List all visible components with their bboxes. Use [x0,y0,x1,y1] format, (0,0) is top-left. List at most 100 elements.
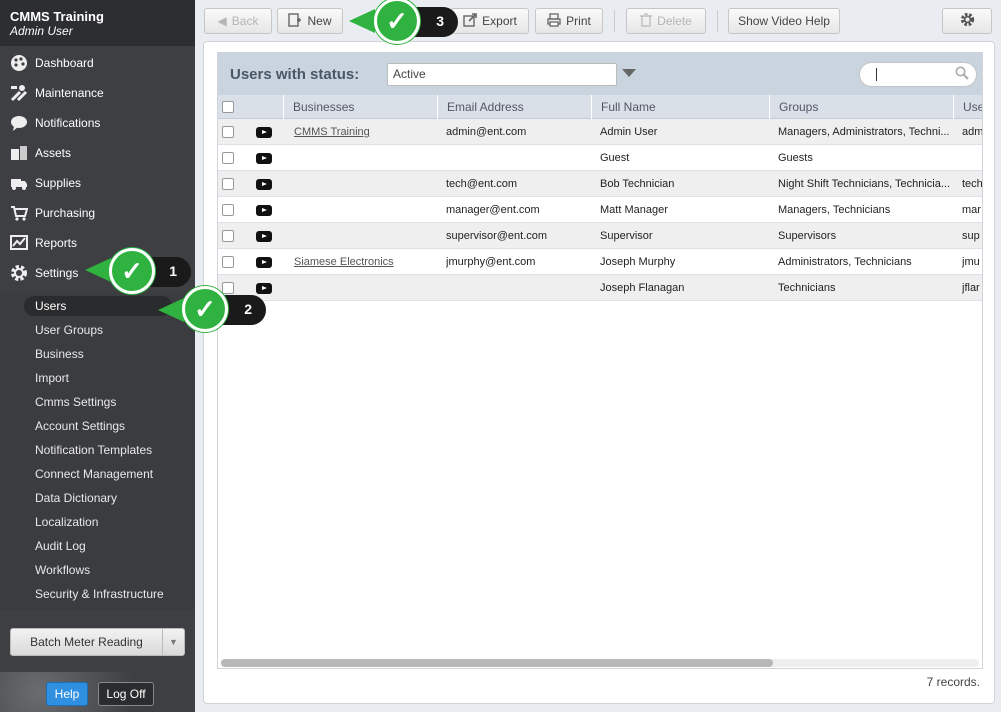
nav-supplies[interactable]: Supplies [0,169,195,197]
table-row[interactable]: manager@ent.com Matt Manager Managers, T… [218,197,982,223]
video-play-icon[interactable] [256,205,272,216]
table-row[interactable]: CMMS Training admin@ent.com Admin User M… [218,119,983,145]
new-button[interactable]: New [277,8,343,34]
status-dropdown-arrow-icon[interactable] [622,69,636,77]
search-icon[interactable] [955,66,969,83]
cell-full-name: Admin User [600,126,658,138]
nav-assets[interactable]: Assets [0,139,195,167]
scrollbar-thumb[interactable] [221,659,773,667]
submenu-audit-log[interactable]: Audit Log [35,536,86,556]
chevron-down-icon[interactable]: ▼ [162,629,184,655]
cell-user: mar [962,204,981,216]
horizontal-scrollbar[interactable] [221,659,979,667]
table-row[interactable]: supervisor@ent.com Supervisor Supervisor… [218,223,982,249]
cell-business [294,197,434,223]
video-play-icon[interactable] [256,231,272,242]
delete-label: Delete [657,14,692,28]
cell-groups: Supervisors [778,230,837,242]
column-full-name[interactable]: Full Name [591,95,769,119]
callout-number: 1 [169,263,177,279]
cell-groups: Managers, Administrators, Techni... [778,126,950,138]
truck-icon [9,174,29,192]
table-row[interactable]: Joseph Flanagan Technicians jflar [218,275,982,301]
print-label: Print [566,14,591,28]
submenu-user-groups[interactable]: User Groups [35,320,103,340]
row-checkbox[interactable] [222,230,234,242]
tools-icon [9,84,29,102]
nav-assets-label: Assets [35,146,72,160]
chat-bubble-icon [9,114,29,132]
nav-maintenance[interactable]: Maintenance [0,79,195,107]
cell-email [446,145,588,171]
cell-user [962,145,982,171]
print-button[interactable]: Print [535,8,603,34]
submenu-notification-templates[interactable]: Notification Templates [35,440,152,460]
log-off-button[interactable]: Log Off [98,682,154,706]
column-businesses[interactable]: Businesses [283,95,437,119]
nav-notifications[interactable]: Notifications [0,109,195,137]
cell-groups: Night Shift Technicians, Technicia... [778,178,950,190]
delete-button[interactable]: Delete [626,8,706,34]
submenu-account-settings[interactable]: Account Settings [35,416,125,436]
show-video-help-button[interactable]: Show Video Help [728,8,840,34]
submenu-workflows[interactable]: Workflows [35,560,90,580]
cart-icon [9,204,29,222]
row-checkbox[interactable] [222,126,234,138]
video-play-icon[interactable] [256,127,272,138]
table-row[interactable]: Siamese Electronics jmurphy@ent.com Jose… [218,249,982,275]
help-button[interactable]: Help [46,682,88,706]
business-link[interactable]: CMMS Training [294,126,370,138]
settings-gear-button[interactable] [942,8,992,34]
status-filter-input[interactable]: Active [387,63,617,86]
cell-full-name: Joseph Murphy [600,256,676,268]
nav-purchasing[interactable]: Purchasing [0,199,195,227]
cell-user: adm [962,126,983,138]
back-arrow-icon: ◀ [217,14,227,28]
submenu-connect-management[interactable]: Connect Management [35,464,153,484]
nav-maintenance-label: Maintenance [35,86,104,100]
column-email-address[interactable]: Email Address [437,95,591,119]
batch-meter-reading-button[interactable]: Batch Meter Reading ▼ [10,628,185,656]
nav-reports[interactable]: Reports [0,229,195,257]
export-icon [463,12,477,30]
search-input[interactable] [859,62,977,87]
cell-business [294,275,434,301]
cell-full-name: Bob Technician [600,178,675,190]
column-user[interactable]: Use [953,95,982,119]
export-button[interactable]: Export [451,8,529,34]
submenu-business[interactable]: Business [35,344,84,364]
submenu-localization[interactable]: Localization [35,512,98,532]
row-checkbox[interactable] [222,178,234,190]
printer-icon [547,12,561,30]
back-button[interactable]: ◀ Back [204,8,272,34]
submenu-cmms-settings[interactable]: Cmms Settings [35,392,116,412]
row-checkbox[interactable] [222,282,234,294]
submenu-users[interactable]: Users [24,296,172,316]
business-link[interactable]: Siamese Electronics [294,256,394,268]
column-groups[interactable]: Groups [769,95,953,119]
row-checkbox[interactable] [222,152,234,164]
batch-meter-reading-label: Batch Meter Reading [30,635,143,649]
select-all-checkbox[interactable] [222,101,234,113]
submenu-data-dictionary[interactable]: Data Dictionary [35,488,117,508]
video-play-icon[interactable] [256,257,272,268]
table-row[interactable]: tech@ent.com Bob Technician Night Shift … [218,171,982,197]
row-checkbox[interactable] [222,256,234,268]
nav-purchasing-label: Purchasing [35,206,96,220]
callout-number: 2 [244,301,252,317]
table-row[interactable]: Guest Guests [218,145,982,171]
video-play-icon[interactable] [256,153,272,164]
submenu-security-infrastructure[interactable]: Security & Infrastructure [35,584,164,604]
grid-header: Users with status: Active [218,53,982,95]
cell-email: admin@ent.com [446,126,527,138]
video-play-icon[interactable] [256,179,272,190]
submenu-import[interactable]: Import [35,368,69,388]
row-checkbox[interactable] [222,204,234,216]
video-play-icon[interactable] [256,283,272,294]
cell-email: manager@ent.com [446,204,540,216]
user-name: Admin User [10,24,73,38]
gear-icon [960,12,975,30]
nav-dashboard[interactable]: Dashboard [0,49,195,77]
trash-icon [640,12,653,30]
cell-business [294,171,434,197]
